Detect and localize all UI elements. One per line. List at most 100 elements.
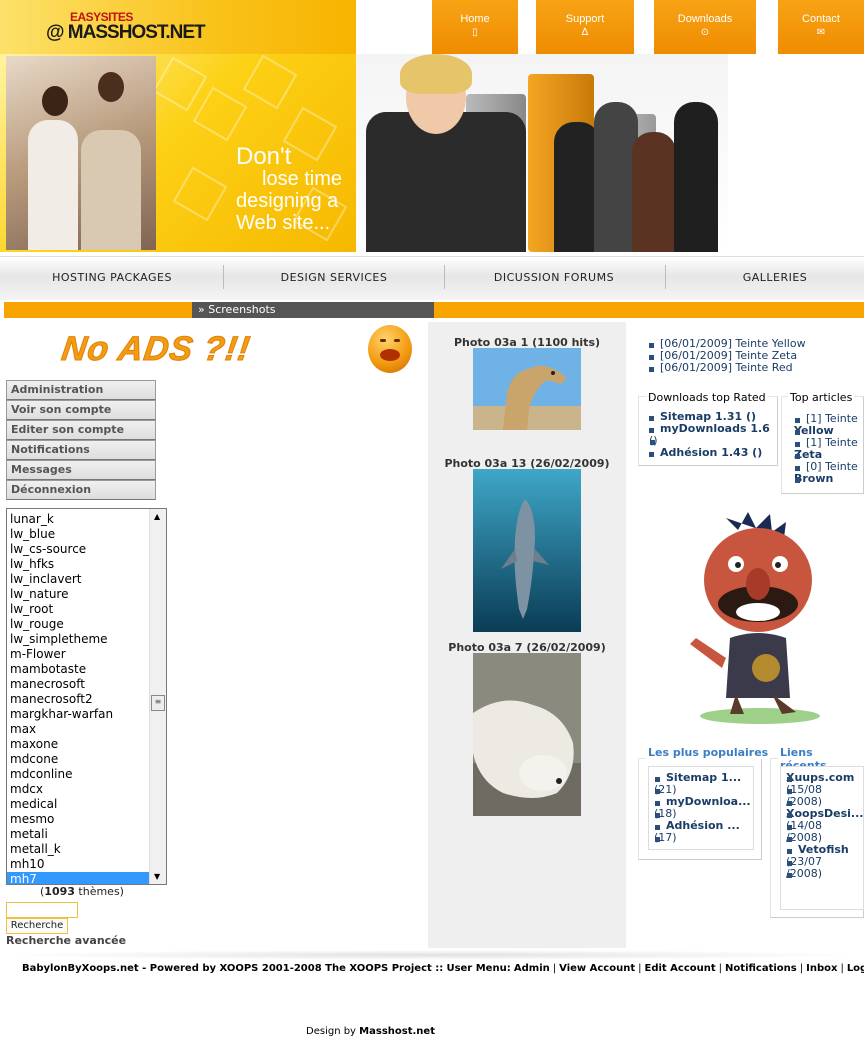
theme-list-scrollbar[interactable]: ▲ ≡ ▼: [149, 509, 166, 884]
menu-view-account[interactable]: Voir son compte: [6, 400, 156, 420]
theme-option[interactable]: manecrosoft: [7, 677, 150, 692]
footer-link-edit-account[interactable]: Edit Account: [645, 963, 716, 974]
theme-option[interactable]: mesmo: [7, 812, 150, 827]
theme-option[interactable]: lw_root: [7, 602, 150, 617]
theme-option[interactable]: mdconline: [7, 767, 150, 782]
footer-bar: BabylonByXoops.net - Powered by XOOPS 20…: [22, 963, 864, 974]
recent-news-list: [06/01/2009] Teinte Yellow [06/01/2009] …: [648, 338, 806, 374]
logo-masshost[interactable]: @ MASSHOST.NET: [46, 22, 206, 44]
topnav-contact[interactable]: Contact ✉: [778, 0, 864, 54]
download-icon: ⊙: [700, 27, 710, 38]
theme-option[interactable]: metali: [7, 827, 150, 842]
scroll-down-icon[interactable]: ▼: [154, 872, 160, 881]
theme-option[interactable]: medical: [7, 797, 150, 812]
theme-count: (1093 thèmes): [40, 885, 124, 898]
top-articles-title: Top articles: [788, 391, 855, 404]
camel-photo[interactable]: [473, 348, 581, 430]
top-articles-list: [1] Teinte Yellow [1] Teinte Zeta [0] Te…: [794, 413, 864, 485]
theme-option[interactable]: lw_nature: [7, 587, 150, 602]
footer-link-admin[interactable]: Admin: [514, 963, 550, 974]
footer-divider: [0, 950, 864, 960]
orange-strip: [4, 302, 864, 318]
download-item[interactable]: myDownloads 1.6: [648, 423, 774, 435]
theme-option[interactable]: lunar_k: [7, 512, 150, 527]
topnav-home[interactable]: Home ▯: [432, 0, 518, 54]
topnav-home-label: Home: [460, 13, 490, 25]
footer-link-inbox[interactable]: Inbox: [806, 963, 837, 974]
design-credit-link[interactable]: Masshost.net: [359, 1026, 435, 1037]
footer-usermenu-label: User Menu:: [446, 963, 511, 974]
theme-option[interactable]: m-Flower: [7, 647, 150, 662]
banner-line-1: Don't: [236, 143, 292, 170]
couple-photo: [6, 56, 156, 250]
theme-option[interactable]: lw_hfks: [7, 557, 150, 572]
menu-messages[interactable]: Messages: [6, 460, 156, 480]
random-photos-block: Photo 03a 1 (1100 hits) Photo 03a 13 (26…: [428, 322, 626, 948]
theme-option[interactable]: mh10: [7, 857, 150, 872]
dolphin-photo[interactable]: [473, 469, 581, 632]
theme-option[interactable]: manecrosoft2: [7, 692, 150, 707]
theme-option[interactable]: metall_k: [7, 842, 150, 857]
footer-powered: BabylonByXoops.net - Powered by XOOPS 20…: [22, 963, 444, 974]
downloads-top-rated-list: Sitemap 1.31 () myDownloads 1.6 () Adhés…: [648, 411, 774, 459]
theme-option[interactable]: lw_blue: [7, 527, 150, 542]
banner-line-4: Web site...: [236, 212, 331, 234]
most-popular-title: Les plus populaires: [646, 746, 771, 759]
scroll-thumb[interactable]: ≡: [151, 695, 165, 711]
home-icon: ▯: [472, 27, 478, 38]
no-ads-banner: No ADS ?!!: [59, 330, 253, 369]
chevron-right-icon: »: [198, 303, 205, 316]
footer-link-notifications[interactable]: Notifications: [725, 963, 797, 974]
topnav-contact-label: Contact: [802, 13, 840, 25]
theme-option[interactable]: max: [7, 722, 150, 737]
advanced-search-link[interactable]: Recherche avancée: [6, 934, 126, 947]
mail-icon: ✉: [816, 27, 826, 38]
nav-hosting-packages[interactable]: HOSTING PACKAGES: [0, 271, 224, 284]
polar-bear-photo[interactable]: [473, 653, 581, 816]
footer-link-view-account[interactable]: View Account: [559, 963, 635, 974]
scroll-up-icon[interactable]: ▲: [154, 512, 160, 521]
theme-option[interactable]: mdcone: [7, 752, 150, 767]
theme-select-list[interactable]: lunar_k lw_blue lw_cs-source lw_hfks lw_incl…: [6, 508, 167, 885]
theme-count-number: 1093: [44, 885, 75, 898]
topnav-support[interactable]: Support ∆: [536, 0, 634, 54]
banner-slogan: Don't lose time designing a Web site...: [236, 143, 343, 235]
theme-option[interactable]: maxone: [7, 737, 150, 752]
menu-edit-account[interactable]: Editer son compte: [6, 420, 156, 440]
nav-discussion-forums[interactable]: DICUSSION FORUMS: [444, 271, 664, 284]
topnav-downloads[interactable]: Downloads ⊙: [654, 0, 756, 54]
search-input[interactable]: [6, 902, 78, 918]
theme-option[interactable]: lw_cs-source: [7, 542, 150, 557]
nav-galleries[interactable]: GALLERIES: [665, 271, 864, 284]
theme-option[interactable]: lw_inclavert: [7, 572, 150, 587]
topnav-downloads-label: Downloads: [677, 13, 733, 25]
article-item-cont[interactable]: Brown: [794, 473, 864, 485]
breadcrumb-screenshots[interactable]: Screenshots: [208, 303, 275, 316]
main-navigation: HOSTING PACKAGES DESIGN SERVICES DICUSSI…: [0, 256, 864, 300]
search-button[interactable]: Recherche: [6, 918, 68, 934]
topnav-support-label: Support: [565, 13, 605, 25]
theme-option[interactable]: lw_simpletheme: [7, 632, 150, 647]
menu-administration[interactable]: Administration: [6, 380, 156, 400]
nav-design-services[interactable]: DESIGN SERVICES: [224, 271, 444, 284]
popular-item-count: (17): [654, 832, 752, 844]
most-popular-list: Sitemap 1... (21) myDownloa... (18) Adhé…: [654, 772, 752, 844]
theme-option[interactable]: lw_rouge: [7, 617, 150, 632]
recent-links-list: Xuups.com (15/08 /2008) XoopsDesi... (14…: [786, 772, 864, 880]
theme-option[interactable]: mdcx: [7, 782, 150, 797]
theme-option[interactable]: mambotaste: [7, 662, 150, 677]
caricature-image: [686, 508, 828, 728]
banner-line-2: lose time: [262, 168, 343, 190]
banner-team-photo: [356, 54, 728, 252]
download-item[interactable]: Adhésion 1.43 (): [648, 447, 774, 459]
breadcrumb: » Screenshots: [192, 302, 434, 318]
lamp-icon: ∆: [581, 27, 589, 38]
recent-link-date: /2008): [786, 868, 864, 880]
footer-link-logout[interactable]: Logout: [847, 963, 864, 974]
design-credit: Design by Masshost.net: [306, 1026, 435, 1037]
menu-notifications[interactable]: Notifications: [6, 440, 156, 460]
news-item[interactable]: [06/01/2009] Teinte Red: [648, 362, 806, 374]
theme-option[interactable]: mh7: [7, 872, 150, 884]
theme-option[interactable]: margkhar-warfan: [7, 707, 150, 722]
menu-logout[interactable]: Déconnexion: [6, 480, 156, 500]
